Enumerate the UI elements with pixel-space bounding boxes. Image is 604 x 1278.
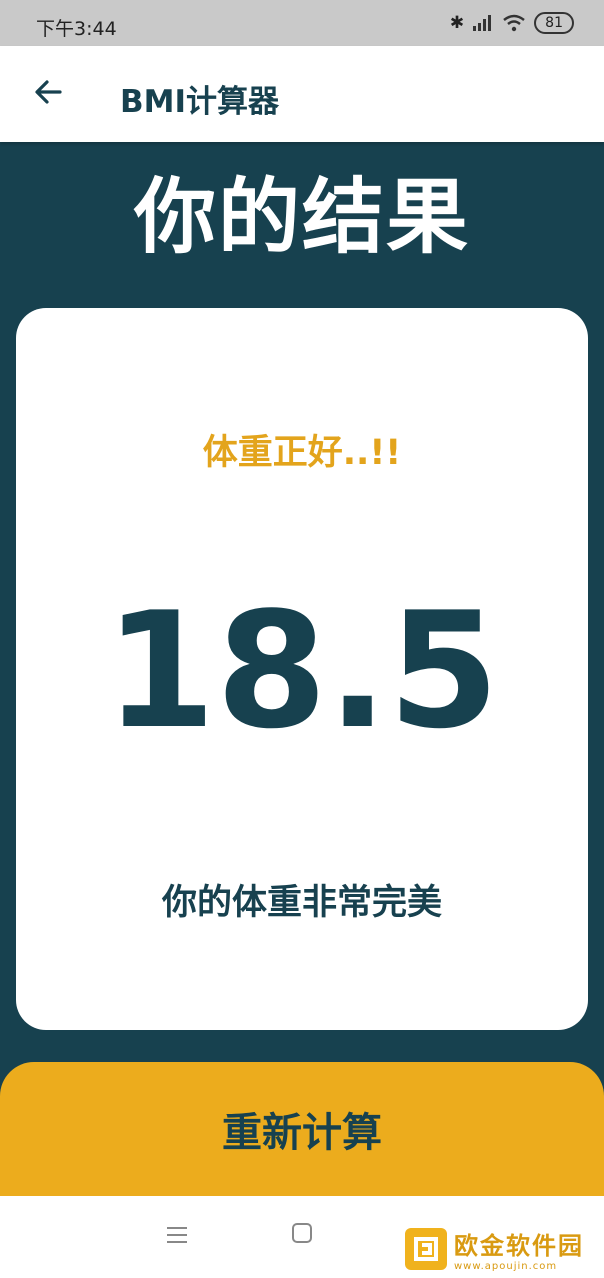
bluetooth-icon: ✱ xyxy=(449,13,465,33)
status-bar: 下午3:44 ✱ 81 xyxy=(0,0,604,46)
watermark-text-group: 欧金软件园 www.apoujin.com xyxy=(454,1226,584,1272)
battery-icon: 81 xyxy=(534,12,574,34)
result-card: 体重正好..!! 18.5 你的体重非常完美 xyxy=(16,308,588,1030)
menu-icon[interactable] xyxy=(165,1224,189,1246)
status-icons: ✱ 81 xyxy=(450,12,574,34)
app-bar: BMI计算器 xyxy=(0,46,604,142)
arrow-left-icon[interactable] xyxy=(28,72,68,112)
recalculate-button[interactable]: 重新计算 xyxy=(0,1062,604,1196)
bmi-status-label: 体重正好..!! xyxy=(202,433,402,473)
signal-icon xyxy=(473,15,492,31)
status-time: 下午3:44 xyxy=(36,18,117,40)
watermark-logo-icon xyxy=(405,1228,447,1270)
page-title: BMI计算器 xyxy=(120,84,280,120)
home-icon[interactable] xyxy=(291,1222,313,1244)
watermark: 欧金软件园 www.apoujin.com xyxy=(404,1226,584,1272)
wifi-icon xyxy=(503,14,525,32)
result-heading: 你的结果 xyxy=(133,170,470,265)
bmi-value: 18.5 xyxy=(104,577,500,764)
watermark-url: www.apoujin.com xyxy=(454,1261,558,1272)
watermark-text: 欧金软件园 xyxy=(454,1232,584,1260)
bmi-advice: 你的体重非常完美 xyxy=(161,883,442,923)
